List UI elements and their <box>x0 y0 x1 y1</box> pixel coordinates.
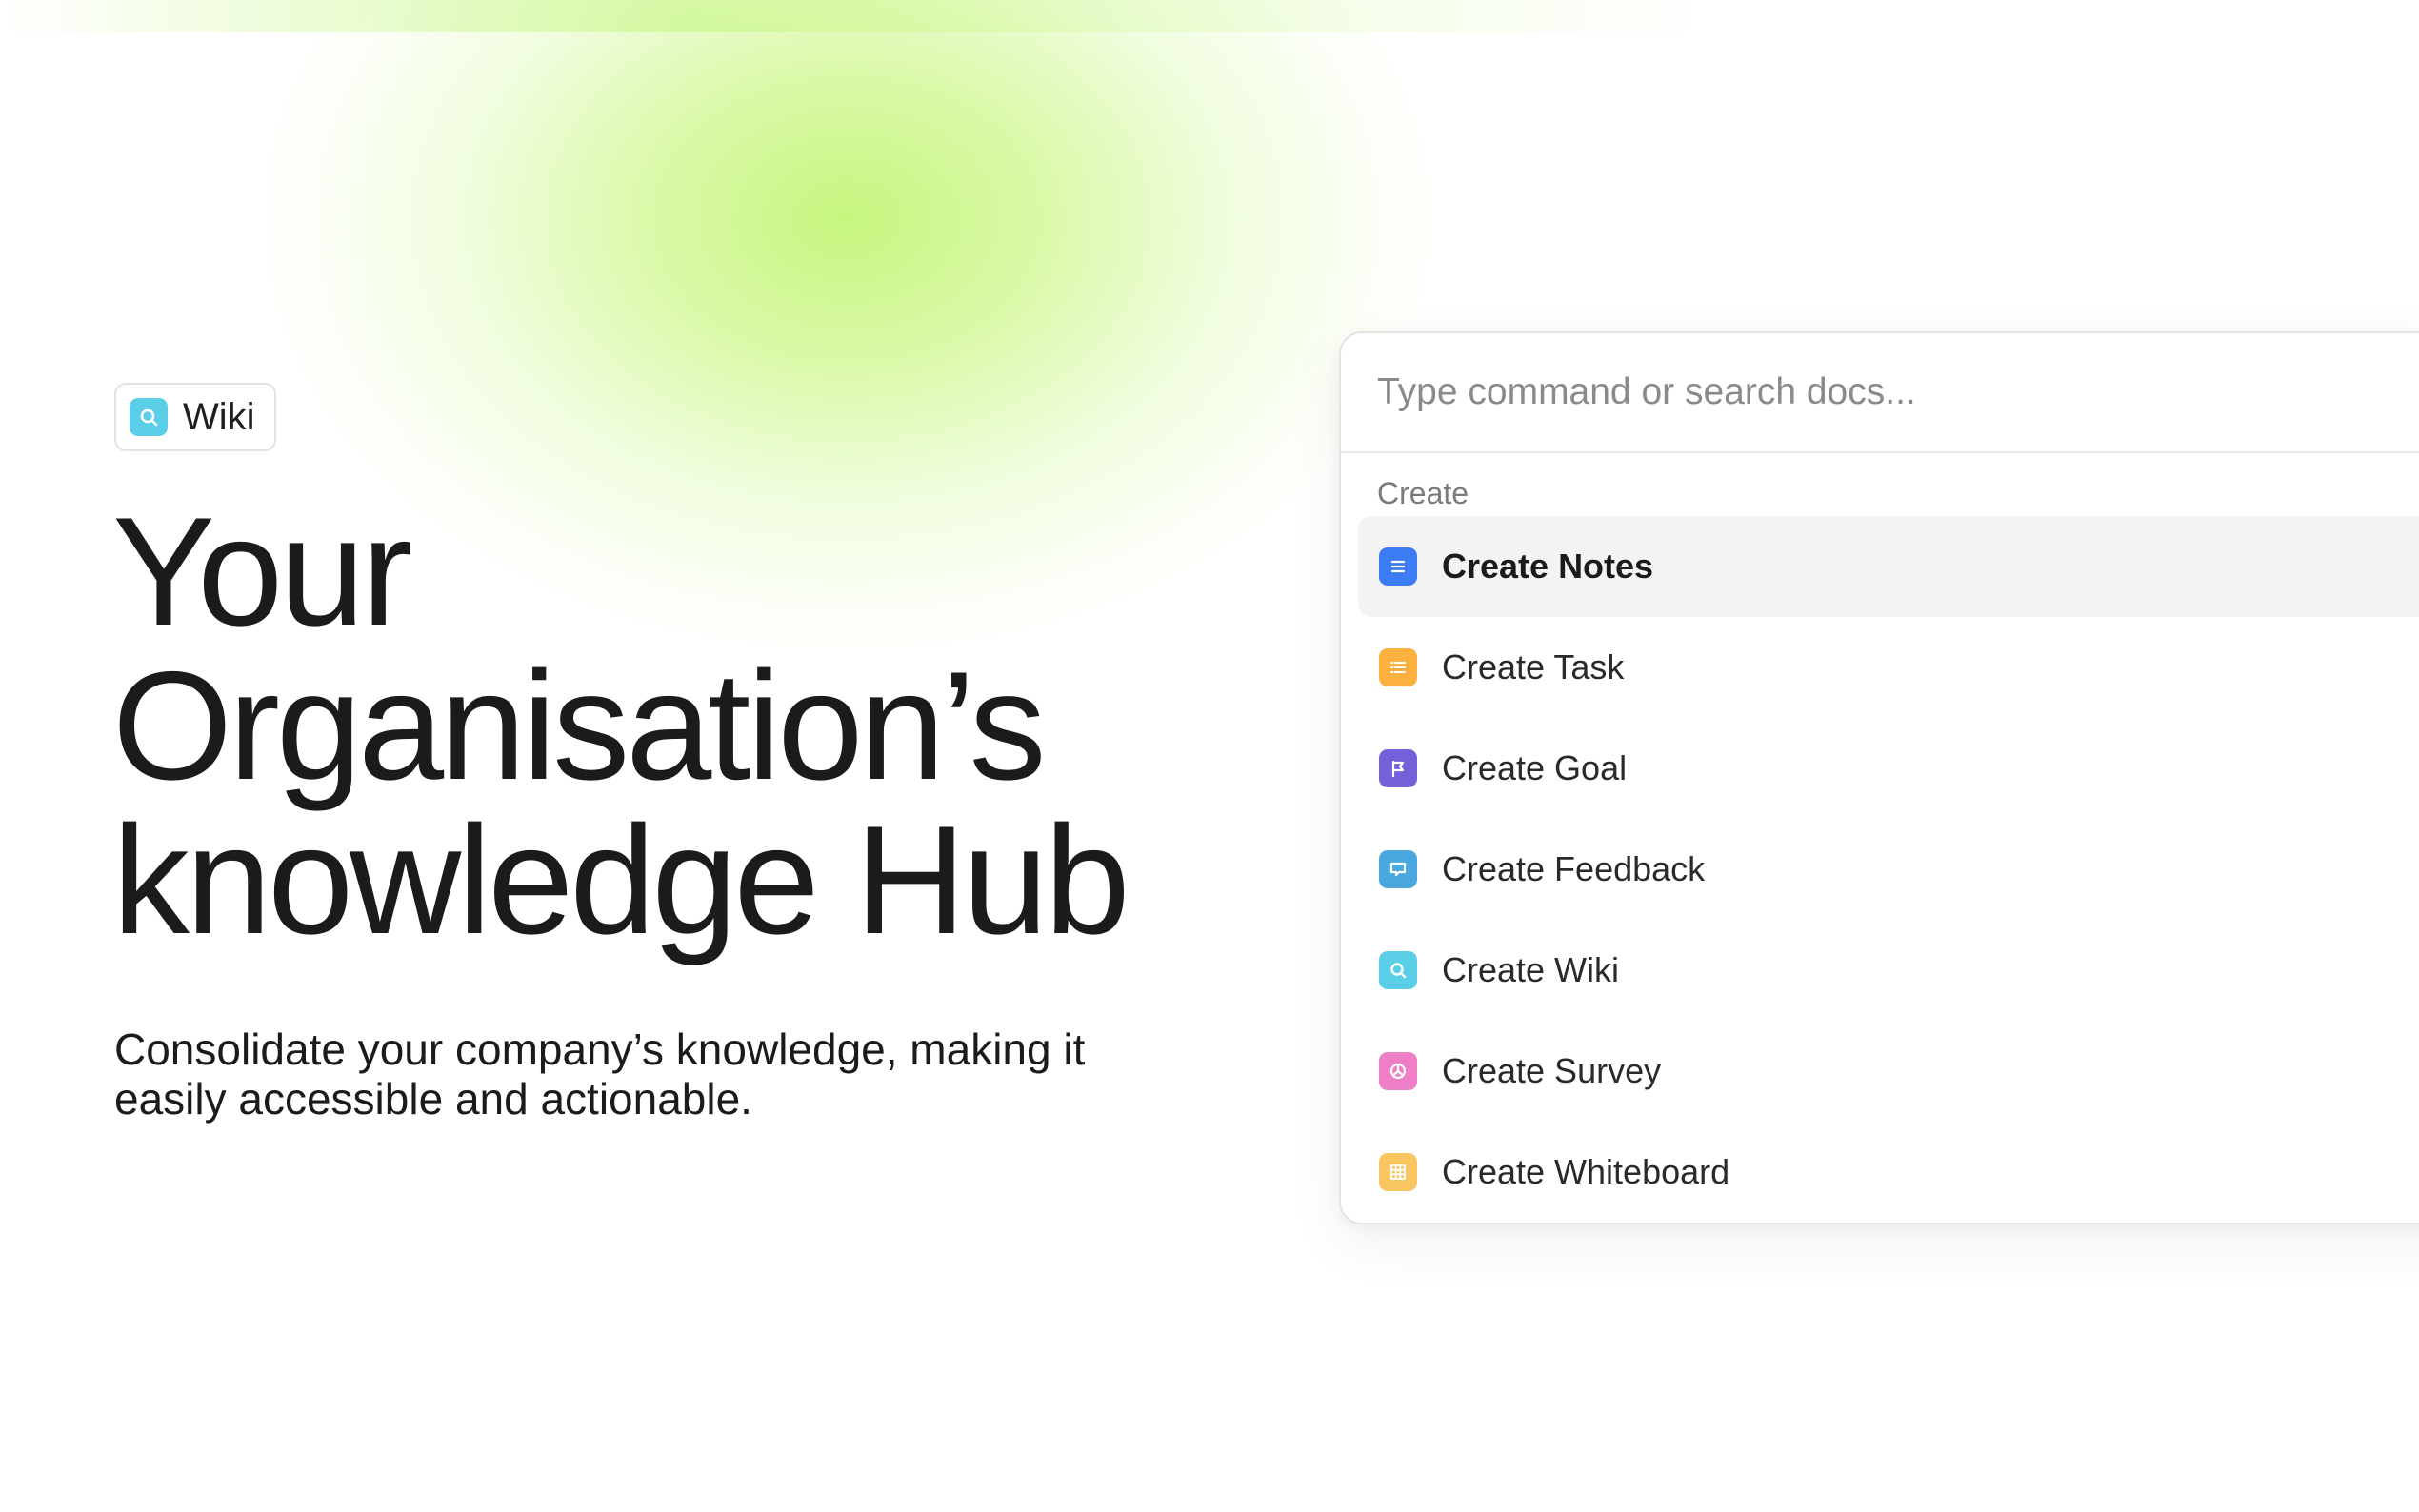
section-label-create: Create <box>1377 476 1469 510</box>
feedback-icon <box>1379 850 1417 888</box>
title-line: Your <box>112 486 412 658</box>
title-line: knowledge Hub <box>112 794 1130 966</box>
wiki-badge-label: Wiki <box>183 395 255 438</box>
wiki-badge: Wiki <box>114 383 276 451</box>
command-list: Create Notes Create Task Create Goal Cre… <box>1358 516 2419 1223</box>
command-item-label: Create Survey <box>1442 1051 1662 1090</box>
subtitle-line: Consolidate your company’s knowledge, ma… <box>114 1025 1086 1074</box>
command-item-create-survey[interactable]: Create Survey <box>1358 1021 2419 1122</box>
search-icon <box>130 398 168 436</box>
command-item-label: Create Goal <box>1442 748 1628 787</box>
grid-icon <box>1379 1153 1417 1191</box>
notes-icon <box>1379 547 1417 586</box>
page: Wiki Your Organisation’s knowledge Hub C… <box>0 0 2419 1512</box>
flag-icon <box>1379 749 1417 787</box>
command-item-create-wiki[interactable]: Create Wiki <box>1358 920 2419 1021</box>
command-item-create-feedback[interactable]: Create Feedback <box>1358 819 2419 920</box>
command-item-label: Create Task <box>1442 647 1625 686</box>
command-search-input[interactable] <box>1377 371 2419 413</box>
command-search-row <box>1341 333 2419 453</box>
survey-icon <box>1379 1052 1417 1090</box>
command-item-label: Create Whiteboard <box>1442 1152 1730 1191</box>
command-item-create-notes[interactable]: Create Notes <box>1358 516 2419 617</box>
command-item-create-whiteboard[interactable]: Create Whiteboard <box>1358 1122 2419 1223</box>
command-palette: Create Create Notes <box>1339 331 2419 1224</box>
command-item-create-goal[interactable]: Create Goal <box>1358 718 2419 819</box>
command-item-label: Create Feedback <box>1442 849 1706 888</box>
task-icon <box>1379 648 1417 686</box>
page-subtitle: Consolidate your company’s knowledge, ma… <box>114 1025 1162 1124</box>
search-icon <box>1379 951 1417 989</box>
subtitle-line: easily accessible and actionable. <box>114 1074 752 1124</box>
page-title: Your Organisation’s knowledge Hub <box>112 495 1274 958</box>
command-item-label: Create Wiki <box>1442 950 1620 989</box>
title-line: Organisation’s <box>112 640 1047 812</box>
command-item-label: Create Notes <box>1442 547 1654 586</box>
command-item-create-task[interactable]: Create Task <box>1358 617 2419 718</box>
